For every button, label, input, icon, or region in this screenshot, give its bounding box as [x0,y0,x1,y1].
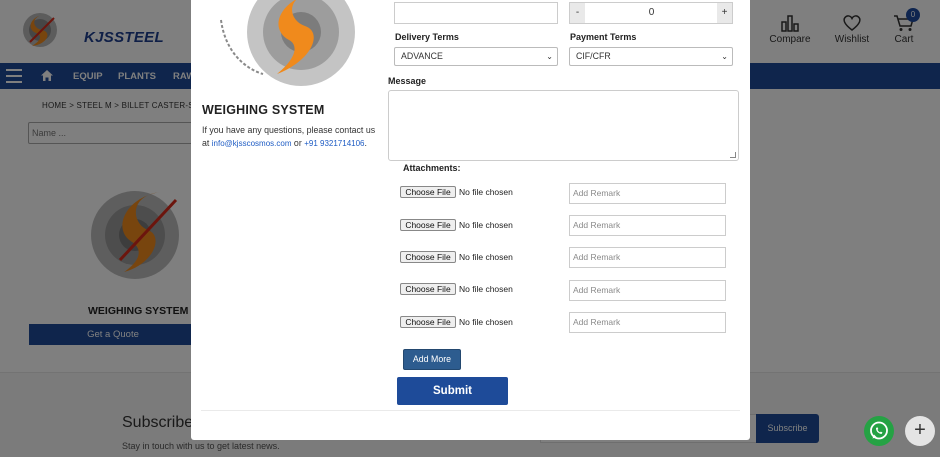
payment-terms-select[interactable]: CIF/CFR ⌄ [569,47,733,66]
quantity-increment-button[interactable]: + [717,3,732,23]
payment-terms-value: CIF/CFR [576,51,611,61]
choose-file-button[interactable]: Choose File [400,219,456,231]
choose-file-button[interactable]: Choose File [400,251,456,263]
message-label: Message [388,76,427,86]
resize-grip-icon[interactable] [730,152,736,158]
add-more-button[interactable]: Add More [403,349,461,370]
choose-file-button[interactable]: Choose File [400,186,456,198]
file-status-text: No file chosen [459,252,513,262]
file-status-text: No file chosen [459,284,513,294]
quantity-stepper: - 0 + [569,2,733,24]
add-remark-input[interactable]: Add Remark [569,215,726,236]
choose-file-button[interactable]: Choose File [400,283,456,295]
submit-button[interactable]: Submit [397,377,508,405]
quantity-decrement-button[interactable]: - [570,3,585,23]
contact-email-link[interactable]: info@kjsscosmos.com [212,139,292,148]
payment-terms-label: Payment Terms [570,32,637,42]
modal-contact-text: If you have any questions, please contac… [202,124,377,150]
chevron-down-icon: ⌄ [546,52,553,61]
file-status-text: No file chosen [459,187,513,197]
quote-modal: WEIGHING SYSTEM If you have any question… [191,0,750,440]
contact-text-suffix: . [364,137,367,148]
plus-fab-button[interactable]: + [905,416,935,446]
message-textarea[interactable] [388,90,739,161]
add-remark-input[interactable]: Add Remark [569,280,726,301]
modal-product-title: WEIGHING SYSTEM [202,103,325,117]
chevron-down-icon: ⌄ [721,52,728,61]
add-remark-input[interactable]: Add Remark [569,247,726,268]
choose-file-button[interactable]: Choose File [400,316,456,328]
add-remark-input[interactable]: Add Remark [569,312,726,333]
modal-product-image [220,0,355,86]
delivery-terms-select[interactable]: ADVANCE ⌄ [394,47,558,66]
quantity-input[interactable]: 0 [586,3,717,23]
contact-phone-link[interactable]: +91 9321714106 [304,139,364,148]
top-text-input[interactable] [394,2,558,24]
whatsapp-icon [870,421,888,440]
modal-divider [201,410,740,411]
file-status-text: No file chosen [459,220,513,230]
file-status-text: No file chosen [459,317,513,327]
attachments-label: Attachments: [403,163,461,173]
delivery-terms-label: Delivery Terms [395,32,459,42]
whatsapp-button[interactable] [864,416,894,446]
delivery-terms-value: ADVANCE [401,51,443,61]
contact-text-or: or [291,137,305,148]
add-remark-input[interactable]: Add Remark [569,183,726,204]
